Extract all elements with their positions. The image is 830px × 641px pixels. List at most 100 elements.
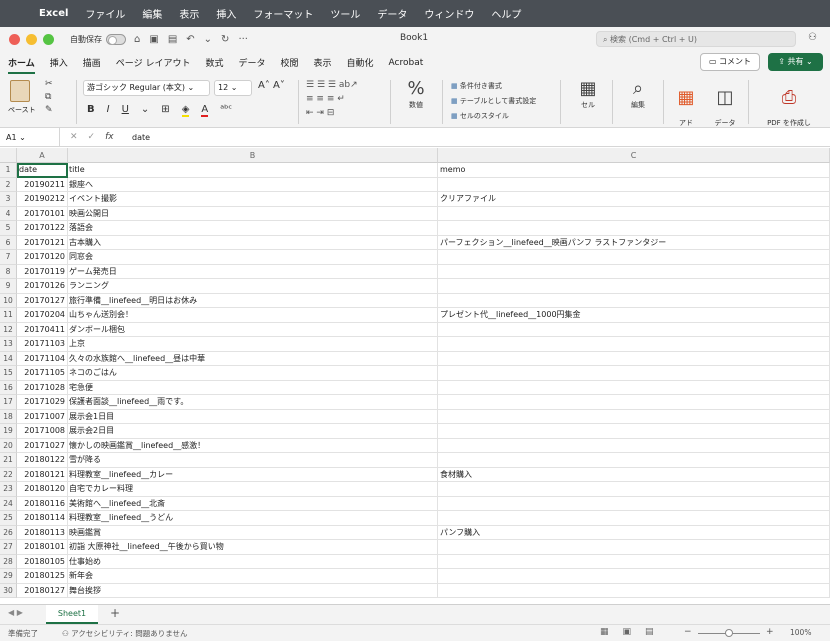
row-header[interactable]: 26: [0, 525, 17, 540]
zoom-out-button[interactable]: −: [684, 627, 692, 637]
zoom-window-button[interactable]: [43, 33, 54, 45]
row-header[interactable]: 4: [0, 206, 17, 221]
row-header[interactable]: 21: [0, 453, 17, 468]
cell-b[interactable]: 山ちゃん送別会！: [68, 308, 438, 323]
cell-c[interactable]: パーフェクション__linefeed__映画パンフ ラストファンタジー: [438, 235, 830, 250]
cell-b[interactable]: 初詣 大原神社__linefeed__午後から買い物: [68, 540, 438, 555]
row-header[interactable]: 24: [0, 496, 17, 511]
cell-b[interactable]: 仕事始め: [68, 554, 438, 569]
row-header[interactable]: 17: [0, 395, 17, 410]
cell-a[interactable]: 20171104: [17, 351, 68, 366]
cell-a[interactable]: 20170126: [17, 279, 68, 294]
cell-a[interactable]: 20190212: [17, 192, 68, 207]
cell-c[interactable]: [438, 496, 830, 511]
cell-c[interactable]: [438, 322, 830, 337]
cell-c[interactable]: [438, 511, 830, 526]
cell-b[interactable]: 上京: [68, 337, 438, 352]
tab-draw[interactable]: 描画: [83, 56, 101, 69]
cell-b[interactable]: title: [68, 163, 438, 178]
cell-a[interactable]: 20180113: [17, 525, 68, 540]
formula-input[interactable]: date: [132, 133, 150, 142]
redo-icon[interactable]: ↻: [221, 34, 229, 45]
prev-sheet-icon[interactable]: ◀: [8, 608, 14, 617]
row-header[interactable]: 5: [0, 221, 17, 236]
cell-c[interactable]: [438, 554, 830, 569]
cell-a[interactable]: 20170119: [17, 264, 68, 279]
share-button[interactable]: ⇪ 共有 ⌄: [768, 53, 823, 71]
cell-c[interactable]: [438, 264, 830, 279]
account-icon[interactable]: ⚇: [808, 32, 817, 43]
cell-a[interactable]: 20171007: [17, 409, 68, 424]
cell-c[interactable]: パンフ購入: [438, 525, 830, 540]
tab-insert[interactable]: 挿入: [50, 56, 68, 69]
cell-b[interactable]: 美術館へ__linefeed__北斎: [68, 496, 438, 511]
cell-a[interactable]: 20170127: [17, 293, 68, 308]
row-header[interactable]: 14: [0, 351, 17, 366]
cell-c[interactable]: [438, 438, 830, 453]
format-as-table-button[interactable]: テーブルとして書式設定: [451, 94, 536, 109]
cell-b[interactable]: 旅行準備__linefeed__明日はお休み: [68, 293, 438, 308]
paste-button-label[interactable]: ペースト: [8, 105, 36, 115]
cell-c[interactable]: クリアファイル: [438, 192, 830, 207]
row-header[interactable]: 20: [0, 438, 17, 453]
row-header[interactable]: 3: [0, 192, 17, 207]
align-middle-icon[interactable]: ☰: [317, 80, 325, 90]
cell-a[interactable]: 20180116: [17, 496, 68, 511]
increase-indent-icon[interactable]: ⇥: [316, 108, 324, 118]
autosave-toggle[interactable]: [106, 33, 126, 45]
minimize-window-button[interactable]: [26, 33, 37, 45]
row-header[interactable]: 15: [0, 366, 17, 381]
row-header[interactable]: 7: [0, 250, 17, 265]
cell-c[interactable]: [438, 540, 830, 555]
number-format-button[interactable]: % 数値: [398, 77, 434, 110]
cell-a[interactable]: 20171103: [17, 337, 68, 352]
fill-color-icon[interactable]: ◈: [181, 104, 190, 117]
row-header[interactable]: 25: [0, 511, 17, 526]
normal-view-icon[interactable]: ▦: [600, 627, 609, 637]
cell-b[interactable]: 落語会: [68, 221, 438, 236]
cell-b[interactable]: 展示会1日目: [68, 409, 438, 424]
align-left-icon[interactable]: ≡: [306, 94, 314, 104]
undo-dropdown-icon[interactable]: ⌄: [204, 34, 212, 45]
save-icon[interactable]: ▣: [149, 34, 158, 45]
row-header[interactable]: 18: [0, 409, 17, 424]
cell-c[interactable]: [438, 482, 830, 497]
row-header[interactable]: 29: [0, 569, 17, 584]
cell-a[interactable]: 20180101: [17, 540, 68, 555]
page-break-view-icon[interactable]: ▤: [645, 627, 654, 637]
cell-c[interactable]: [438, 351, 830, 366]
cell-a[interactable]: 20171008: [17, 424, 68, 439]
underline-dropdown-icon[interactable]: ⌄: [141, 104, 149, 117]
align-top-icon[interactable]: ☰: [306, 80, 314, 90]
cell-c[interactable]: [438, 206, 830, 221]
row-header[interactable]: 1: [0, 163, 17, 178]
row-header[interactable]: 16: [0, 380, 17, 395]
zoom-in-button[interactable]: +: [766, 627, 774, 637]
editing-button[interactable]: ⌕ 編集: [620, 77, 656, 110]
cell-a[interactable]: 20170204: [17, 308, 68, 323]
border-icon[interactable]: ⊞: [161, 104, 169, 117]
cancel-icon[interactable]: ✕: [70, 132, 78, 142]
zoom-slider-handle[interactable]: [725, 629, 733, 637]
cell-c[interactable]: memo: [438, 163, 830, 178]
undo-icon[interactable]: ↶: [186, 34, 194, 45]
cell-b[interactable]: イベント撮影: [68, 192, 438, 207]
cell-b[interactable]: 映画鑑賞: [68, 525, 438, 540]
cell-a[interactable]: 20170101: [17, 206, 68, 221]
more-icon[interactable]: ···: [238, 34, 248, 45]
row-header[interactable]: 19: [0, 424, 17, 439]
cell-c[interactable]: [438, 453, 830, 468]
align-right-icon[interactable]: ≡: [327, 94, 335, 104]
cell-c[interactable]: [438, 177, 830, 192]
row-header[interactable]: 12: [0, 322, 17, 337]
menu-insert[interactable]: 挿入: [216, 6, 236, 21]
column-header-b[interactable]: B: [68, 148, 438, 163]
search-input[interactable]: ⌕ 検索 (Cmd + Ctrl + U): [596, 31, 796, 47]
cell-c[interactable]: [438, 380, 830, 395]
cell-a[interactable]: 20180127: [17, 583, 68, 598]
cut-icon[interactable]: ✂: [45, 78, 53, 91]
cell-b[interactable]: ネコのごはん: [68, 366, 438, 381]
cell-b[interactable]: 料理教室__linefeed__うどん: [68, 511, 438, 526]
cell-b[interactable]: ランニング: [68, 279, 438, 294]
cell-a[interactable]: 20180114: [17, 511, 68, 526]
